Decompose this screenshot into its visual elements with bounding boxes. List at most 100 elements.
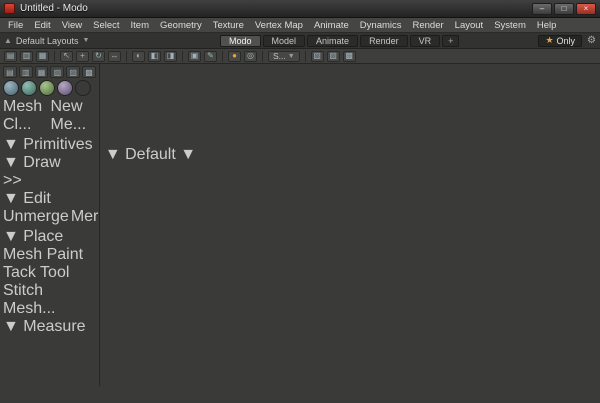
scale-tool-icon[interactable]: ↔: [108, 51, 121, 62]
tack-tool[interactable]: Tack Tool: [3, 264, 96, 282]
tool-mode-icon[interactable]: ▦: [35, 66, 49, 78]
layout-tab-animate[interactable]: Animate: [307, 35, 358, 47]
menu-item[interactable]: Item: [131, 20, 149, 31]
pen-icon[interactable]: ✎: [204, 51, 217, 62]
element-move-tool-icon[interactable]: [21, 80, 37, 96]
schematic-icon[interactable]: ▩: [343, 51, 356, 62]
measure-section-header[interactable]: ▼ Measure: [3, 318, 96, 336]
rotate-tool-icon[interactable]: ↻: [92, 51, 105, 62]
mesh-ops-icon[interactable]: ▧: [311, 51, 324, 62]
titlebar[interactable]: Untitled - Modo – □ ×: [0, 0, 600, 18]
toolbar-separator: [222, 51, 223, 62]
new-mesh-button[interactable]: New Me...: [51, 98, 97, 134]
menu-render[interactable]: Render: [413, 20, 444, 31]
toolbar-separator: [305, 51, 306, 62]
chevron-down-icon: ▼: [3, 154, 19, 171]
close-button[interactable]: ×: [576, 3, 596, 15]
chevron-down-icon: ▼: [3, 318, 19, 335]
deformer-icon[interactable]: ▨: [327, 51, 340, 62]
tool-mode-icon[interactable]: ▩: [82, 66, 96, 78]
falloff-icon[interactable]: ◐: [132, 51, 145, 62]
tool-mode-icon[interactable]: ▨: [66, 66, 80, 78]
menu-vertex-map[interactable]: Vertex Map: [255, 20, 303, 31]
draw-header-label: Draw: [23, 154, 60, 171]
layouts-arrow-icon: ▲: [4, 36, 12, 45]
layout-tab-render[interactable]: Render: [360, 35, 408, 47]
tool-mode-icon[interactable]: ▤: [3, 66, 17, 78]
chevron-down-icon: ▼: [288, 53, 295, 60]
misc-tool-icon[interactable]: [75, 80, 91, 96]
edit-section-header[interactable]: ▼ Edit: [3, 190, 96, 208]
tool-mode-row: ▤ ▥ ▦ ▧ ▨ ▩: [3, 66, 96, 78]
only-toggle[interactable]: ★ Only: [538, 35, 582, 47]
primitives-section-header[interactable]: ▼ Primitives: [3, 136, 96, 154]
layout-tab-vr[interactable]: VR: [410, 35, 441, 47]
draw-section-header[interactable]: ▼ Draw: [3, 154, 96, 172]
menu-edit[interactable]: Edit: [34, 20, 50, 31]
mesh-paint-label: Mesh Paint: [3, 246, 83, 263]
snapping-dropdown[interactable]: S... ▼: [268, 51, 300, 62]
stitch-mesh-label: Stitch Mesh...: [3, 282, 55, 317]
snap-icon[interactable]: ▣: [188, 51, 201, 62]
place-section-header[interactable]: ▼ Place: [3, 228, 96, 246]
stitch-mesh-tool[interactable]: Stitch Mesh...: [3, 282, 96, 318]
viewport-style-dropdown[interactable]: Default: [125, 146, 180, 163]
chevron-down-icon: ▼: [180, 146, 196, 163]
sculpt-tool-icon[interactable]: [39, 80, 55, 96]
action-center-icon[interactable]: ●: [228, 51, 241, 62]
toolbar-separator: [126, 51, 127, 62]
style-menu-label: Default: [125, 146, 176, 163]
tack-tool-label: Tack Tool: [3, 264, 69, 281]
menu-texture[interactable]: Texture: [213, 20, 244, 31]
toolbox-panel: ▤ ▥ ▦ ▧ ▨ ▩ Mesh Cl... New Me... ▼ Primi…: [0, 64, 100, 386]
mesh-cleanup-button[interactable]: Mesh Cl...: [3, 98, 49, 134]
menu-layout[interactable]: Layout: [455, 20, 484, 31]
menu-system[interactable]: System: [494, 20, 526, 31]
symmetry-right-icon[interactable]: ◨: [164, 51, 177, 62]
menubar: File Edit View Select Item Geometry Text…: [0, 18, 600, 33]
move-tool-icon[interactable]: +: [76, 51, 89, 62]
layout-split-icon[interactable]: ▥: [20, 51, 33, 62]
star-icon: ★: [545, 35, 553, 46]
tool-mode-icon[interactable]: ▥: [19, 66, 33, 78]
maximize-button[interactable]: □: [554, 3, 574, 15]
merge-button[interactable]: Merge: [71, 208, 100, 226]
layout-quad-icon[interactable]: ▦: [36, 51, 49, 62]
chevron-down-icon: ▼: [82, 37, 89, 44]
menu-animate[interactable]: Animate: [314, 20, 349, 31]
modo-window: Untitled - Modo – □ × File Edit View Sel…: [0, 0, 600, 403]
paint-tool-icon[interactable]: [57, 80, 73, 96]
menu-file[interactable]: File: [8, 20, 23, 31]
toolbar-separator: [54, 51, 55, 62]
work-plane-icon[interactable]: ◎: [244, 51, 257, 62]
menu-select[interactable]: Select: [93, 20, 119, 31]
layout-tab-model[interactable]: Model: [263, 35, 306, 47]
layout-tab-modo[interactable]: Modo: [220, 35, 261, 47]
symmetry-left-icon[interactable]: ◧: [148, 51, 161, 62]
gear-icon[interactable]: ⚙: [587, 35, 596, 46]
select-cursor-icon[interactable]: ↖: [60, 51, 73, 62]
more-draw-tools-button[interactable]: >>: [3, 172, 96, 190]
layout-grid-icon[interactable]: ▤: [4, 51, 17, 62]
add-layout-tab-button[interactable]: +: [442, 35, 459, 47]
mesh-paint-tool[interactable]: Mesh Paint: [3, 246, 96, 264]
menu-help[interactable]: Help: [537, 20, 557, 31]
minimize-button[interactable]: –: [532, 3, 552, 15]
chevron-down-icon: ▼: [3, 190, 19, 207]
menu-geometry[interactable]: Geometry: [160, 20, 202, 31]
tool-round-row: [3, 80, 96, 96]
window-controls: – □ ×: [532, 3, 596, 15]
layout-tabs: Modo Model Animate Render VR +: [220, 35, 459, 47]
layout-bar-right: ★ Only ⚙: [538, 35, 596, 47]
transform-tool-icon[interactable]: [3, 80, 19, 96]
menu-dynamics[interactable]: Dynamics: [360, 20, 402, 31]
layouts-dropdown[interactable]: ▲ Default Layouts ▼: [4, 36, 89, 46]
unmerge-button[interactable]: Unmerge: [3, 208, 69, 226]
primitives-header-label: Primitives: [23, 136, 92, 153]
tool-mode-icon[interactable]: ▧: [50, 66, 64, 78]
menu-view[interactable]: View: [62, 20, 82, 31]
layout-bar: ▲ Default Layouts ▼ Modo Model Animate R…: [0, 33, 600, 49]
window-title: Untitled - Modo: [20, 3, 88, 14]
only-label: Only: [557, 36, 576, 46]
edit-header-label: Edit: [23, 190, 51, 207]
